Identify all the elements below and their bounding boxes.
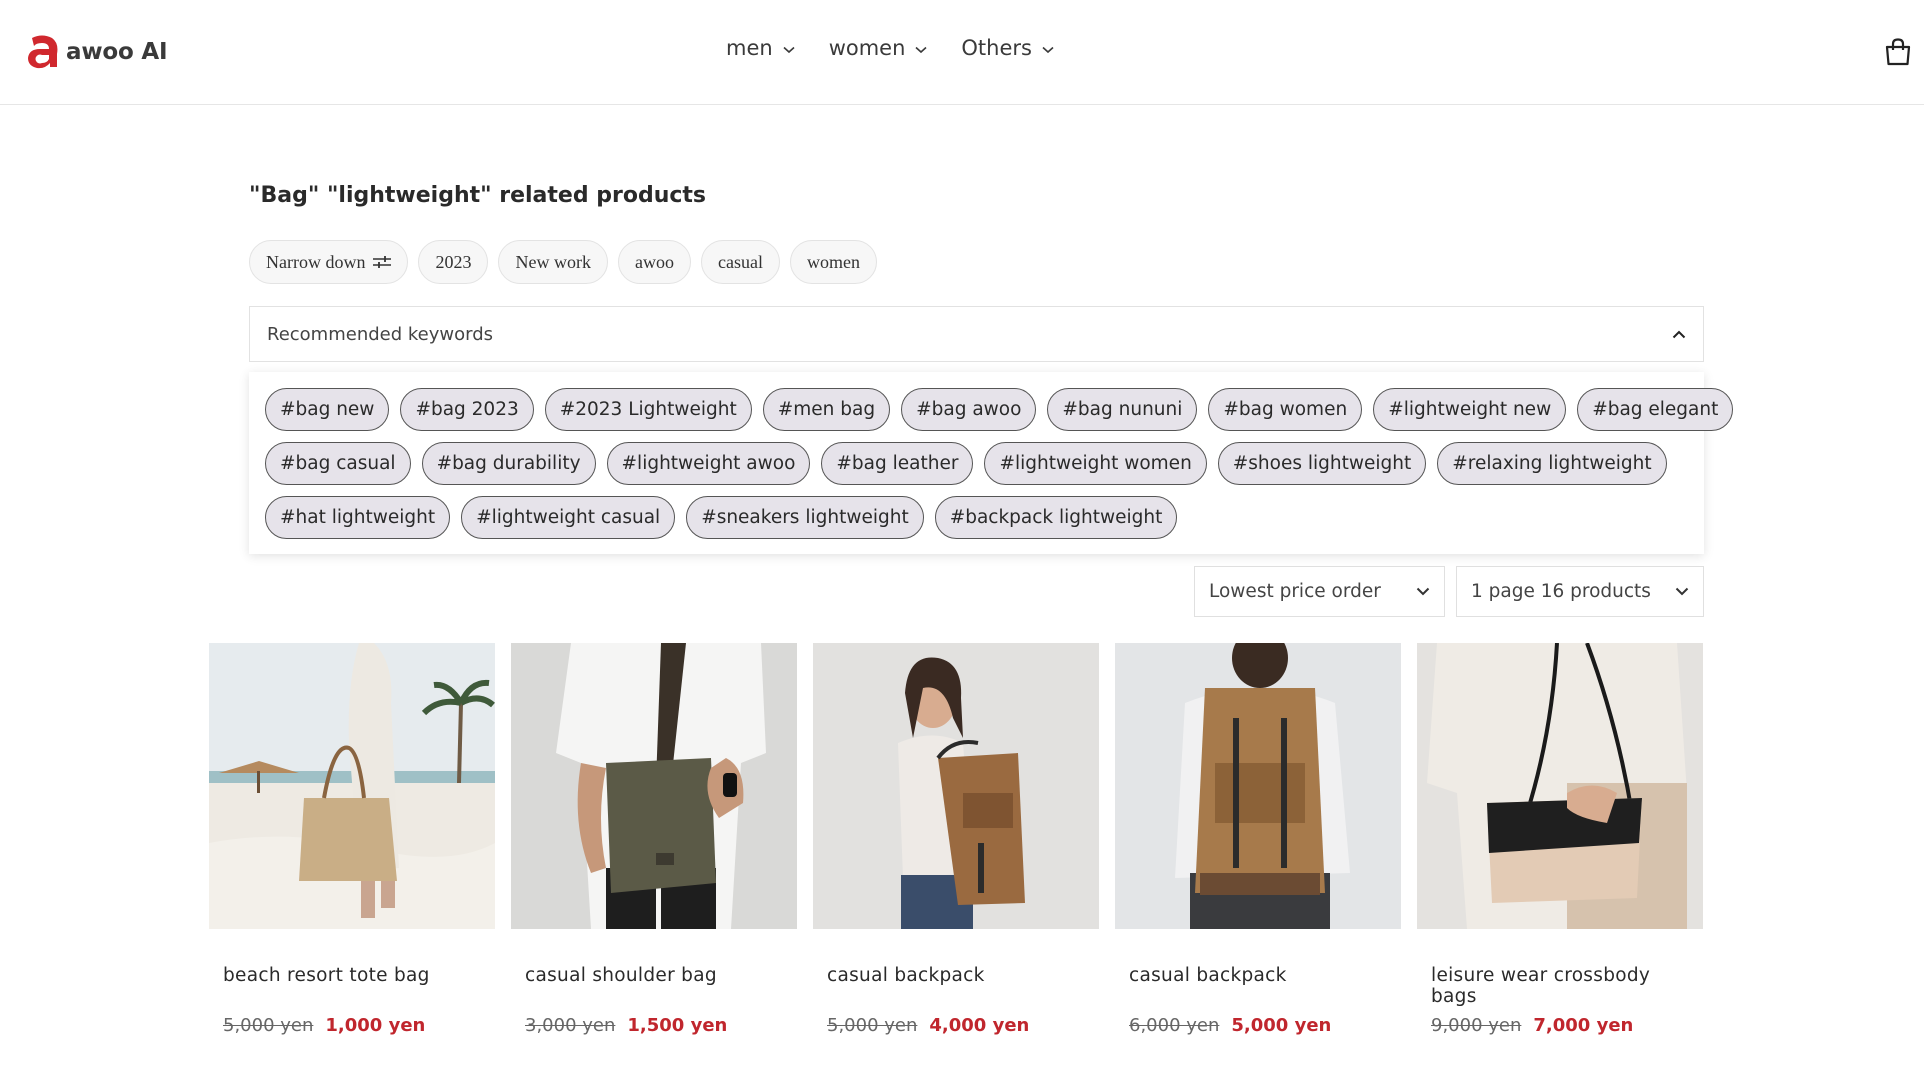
recommended-keywords-title: Recommended keywords (267, 323, 494, 345)
filter-chip-new-work[interactable]: New work (498, 240, 608, 284)
narrow-down-button[interactable]: Narrow down (249, 240, 409, 284)
keyword-chip[interactable]: #bag casual (265, 442, 411, 485)
filter-label: casual (717, 251, 763, 272)
keyword-chip[interactable]: #bag durability (421, 442, 596, 485)
product-price: 5,000 yen 4,000 yen (827, 1015, 1085, 1036)
product-image[interactable] (813, 643, 1099, 929)
awoo-logo-icon (28, 35, 58, 69)
sliders-icon (373, 256, 392, 268)
keyword-chip[interactable]: #bag new (265, 388, 390, 431)
recommended-keywords-toggle[interactable]: Recommended keywords (249, 306, 1704, 362)
sort-select[interactable]: Lowest price order (1194, 566, 1445, 617)
keyword-chip[interactable]: #lightweight casual (461, 496, 676, 539)
brand-name: awoo AI (66, 39, 168, 65)
product-card[interactable]: casual shoulder bag 3,000 yen 1,500 yen (511, 643, 797, 1036)
filter-chip-casual[interactable]: casual (700, 240, 780, 284)
nav-label: women (828, 36, 906, 60)
keyword-chip[interactable]: #men bag (762, 388, 891, 431)
product-card[interactable]: casual backpack 5,000 yen 4,000 yen (813, 643, 1099, 1036)
product-price: 9,000 yen 7,000 yen (1431, 1015, 1689, 1036)
keyword-row: #bag new #bag 2023 #2023 Lightweight #me… (265, 388, 1734, 431)
product-price: 5,000 yen 1,000 yen (223, 1015, 481, 1036)
nav-item-others[interactable]: Others (961, 36, 1054, 60)
filter-chip-awoo[interactable]: awoo (617, 240, 691, 284)
keyword-chip[interactable]: #bag women (1208, 388, 1363, 431)
keyword-chip[interactable]: #bag awoo (901, 388, 1037, 431)
keyword-chip[interactable]: #sneakers lightweight (686, 496, 924, 539)
original-price: 9,000 yen (1431, 1015, 1522, 1036)
keyword-chip[interactable]: #lightweight new (1373, 388, 1567, 431)
original-price: 6,000 yen (1129, 1015, 1220, 1036)
filter-label: 2023 (435, 251, 472, 272)
keyword-chip[interactable]: #bag 2023 (400, 388, 534, 431)
product-grid: beach resort tote bag 5,000 yen 1,000 ye… (209, 643, 1703, 1036)
sale-price: 1,000 yen (325, 1015, 426, 1036)
keyword-chip[interactable]: #bag leather (821, 442, 974, 485)
product-price: 6,000 yen 5,000 yen (1129, 1015, 1387, 1036)
chevron-down-icon (1042, 46, 1054, 53)
filter-label: New work (515, 251, 591, 272)
sale-price: 1,500 yen (627, 1015, 728, 1036)
per-page-select-value: 1 page 16 products (1471, 581, 1651, 602)
filter-bar: Narrow down 2023 New work awoo casual wo… (249, 240, 877, 284)
page-title: "Bag" "lightweight" related products (249, 183, 707, 208)
per-page-select[interactable]: 1 page 16 products (1456, 566, 1704, 617)
main-nav: men women Others (726, 36, 1054, 60)
product-name[interactable]: casual backpack (827, 965, 1085, 1007)
sort-select-value: Lowest price order (1209, 581, 1381, 602)
nav-label: men (726, 36, 773, 60)
product-name[interactable]: leisure wear crossbody bags (1431, 965, 1689, 1007)
keyword-chip[interactable]: #bag nununi (1047, 388, 1198, 431)
sale-price: 4,000 yen (929, 1015, 1030, 1036)
sale-price: 5,000 yen (1231, 1015, 1332, 1036)
keyword-chip[interactable]: #2023 Lightweight (544, 388, 752, 431)
product-image[interactable] (209, 643, 495, 929)
keywords-panel: #bag new #bag 2023 #2023 Lightweight #me… (249, 372, 1734, 554)
filter-label: Narrow down (266, 251, 366, 272)
product-card[interactable]: leisure wear crossbody bags 9,000 yen 7,… (1417, 643, 1703, 1036)
filter-label: awoo (634, 251, 674, 272)
keyword-chip[interactable]: #backpack lightweight (934, 496, 1178, 539)
product-price: 3,000 yen 1,500 yen (525, 1015, 783, 1036)
chevron-down-icon (783, 46, 795, 53)
chevron-down-icon (915, 46, 927, 53)
nav-item-men[interactable]: men (726, 36, 795, 60)
cart-icon[interactable] (1884, 38, 1912, 66)
keyword-chip[interactable]: #shoes lightweight (1217, 442, 1427, 485)
keyword-chip[interactable]: #bag elegant (1577, 388, 1734, 431)
product-name[interactable]: beach resort tote bag (223, 965, 481, 1007)
sale-price: 7,000 yen (1533, 1015, 1634, 1036)
filter-chip-2023[interactable]: 2023 (418, 240, 489, 284)
filter-label: women (806, 251, 860, 272)
site-header: awoo AI men women Others (0, 0, 1924, 105)
keyword-chip[interactable]: #lightweight awoo (606, 442, 811, 485)
product-image[interactable] (1417, 643, 1703, 929)
original-price: 3,000 yen (525, 1015, 616, 1036)
chevron-up-icon (1672, 330, 1686, 338)
filter-chip-women[interactable]: women (789, 240, 877, 284)
product-image[interactable] (1115, 643, 1401, 929)
original-price: 5,000 yen (827, 1015, 918, 1036)
product-image[interactable] (511, 643, 797, 929)
chevron-down-icon (1675, 587, 1689, 596)
product-card[interactable]: casual backpack 6,000 yen 5,000 yen (1115, 643, 1401, 1036)
product-name[interactable]: casual backpack (1129, 965, 1387, 1007)
keyword-row: #hat lightweight #lightweight casual #sn… (265, 496, 1688, 539)
keyword-chip[interactable]: #hat lightweight (265, 496, 451, 539)
keyword-row: #bag casual #bag durability #lightweight… (265, 442, 1688, 485)
product-name[interactable]: casual shoulder bag (525, 965, 783, 1007)
product-card[interactable]: beach resort tote bag 5,000 yen 1,000 ye… (209, 643, 495, 1036)
keyword-chip[interactable]: #relaxing lightweight (1437, 442, 1667, 485)
nav-item-women[interactable]: women (829, 36, 928, 60)
logo[interactable]: awoo AI (26, 34, 168, 70)
keyword-chip[interactable]: #lightweight women (984, 442, 1207, 485)
nav-label: Others (961, 36, 1032, 60)
chevron-down-icon (1416, 587, 1430, 596)
original-price: 5,000 yen (223, 1015, 314, 1036)
